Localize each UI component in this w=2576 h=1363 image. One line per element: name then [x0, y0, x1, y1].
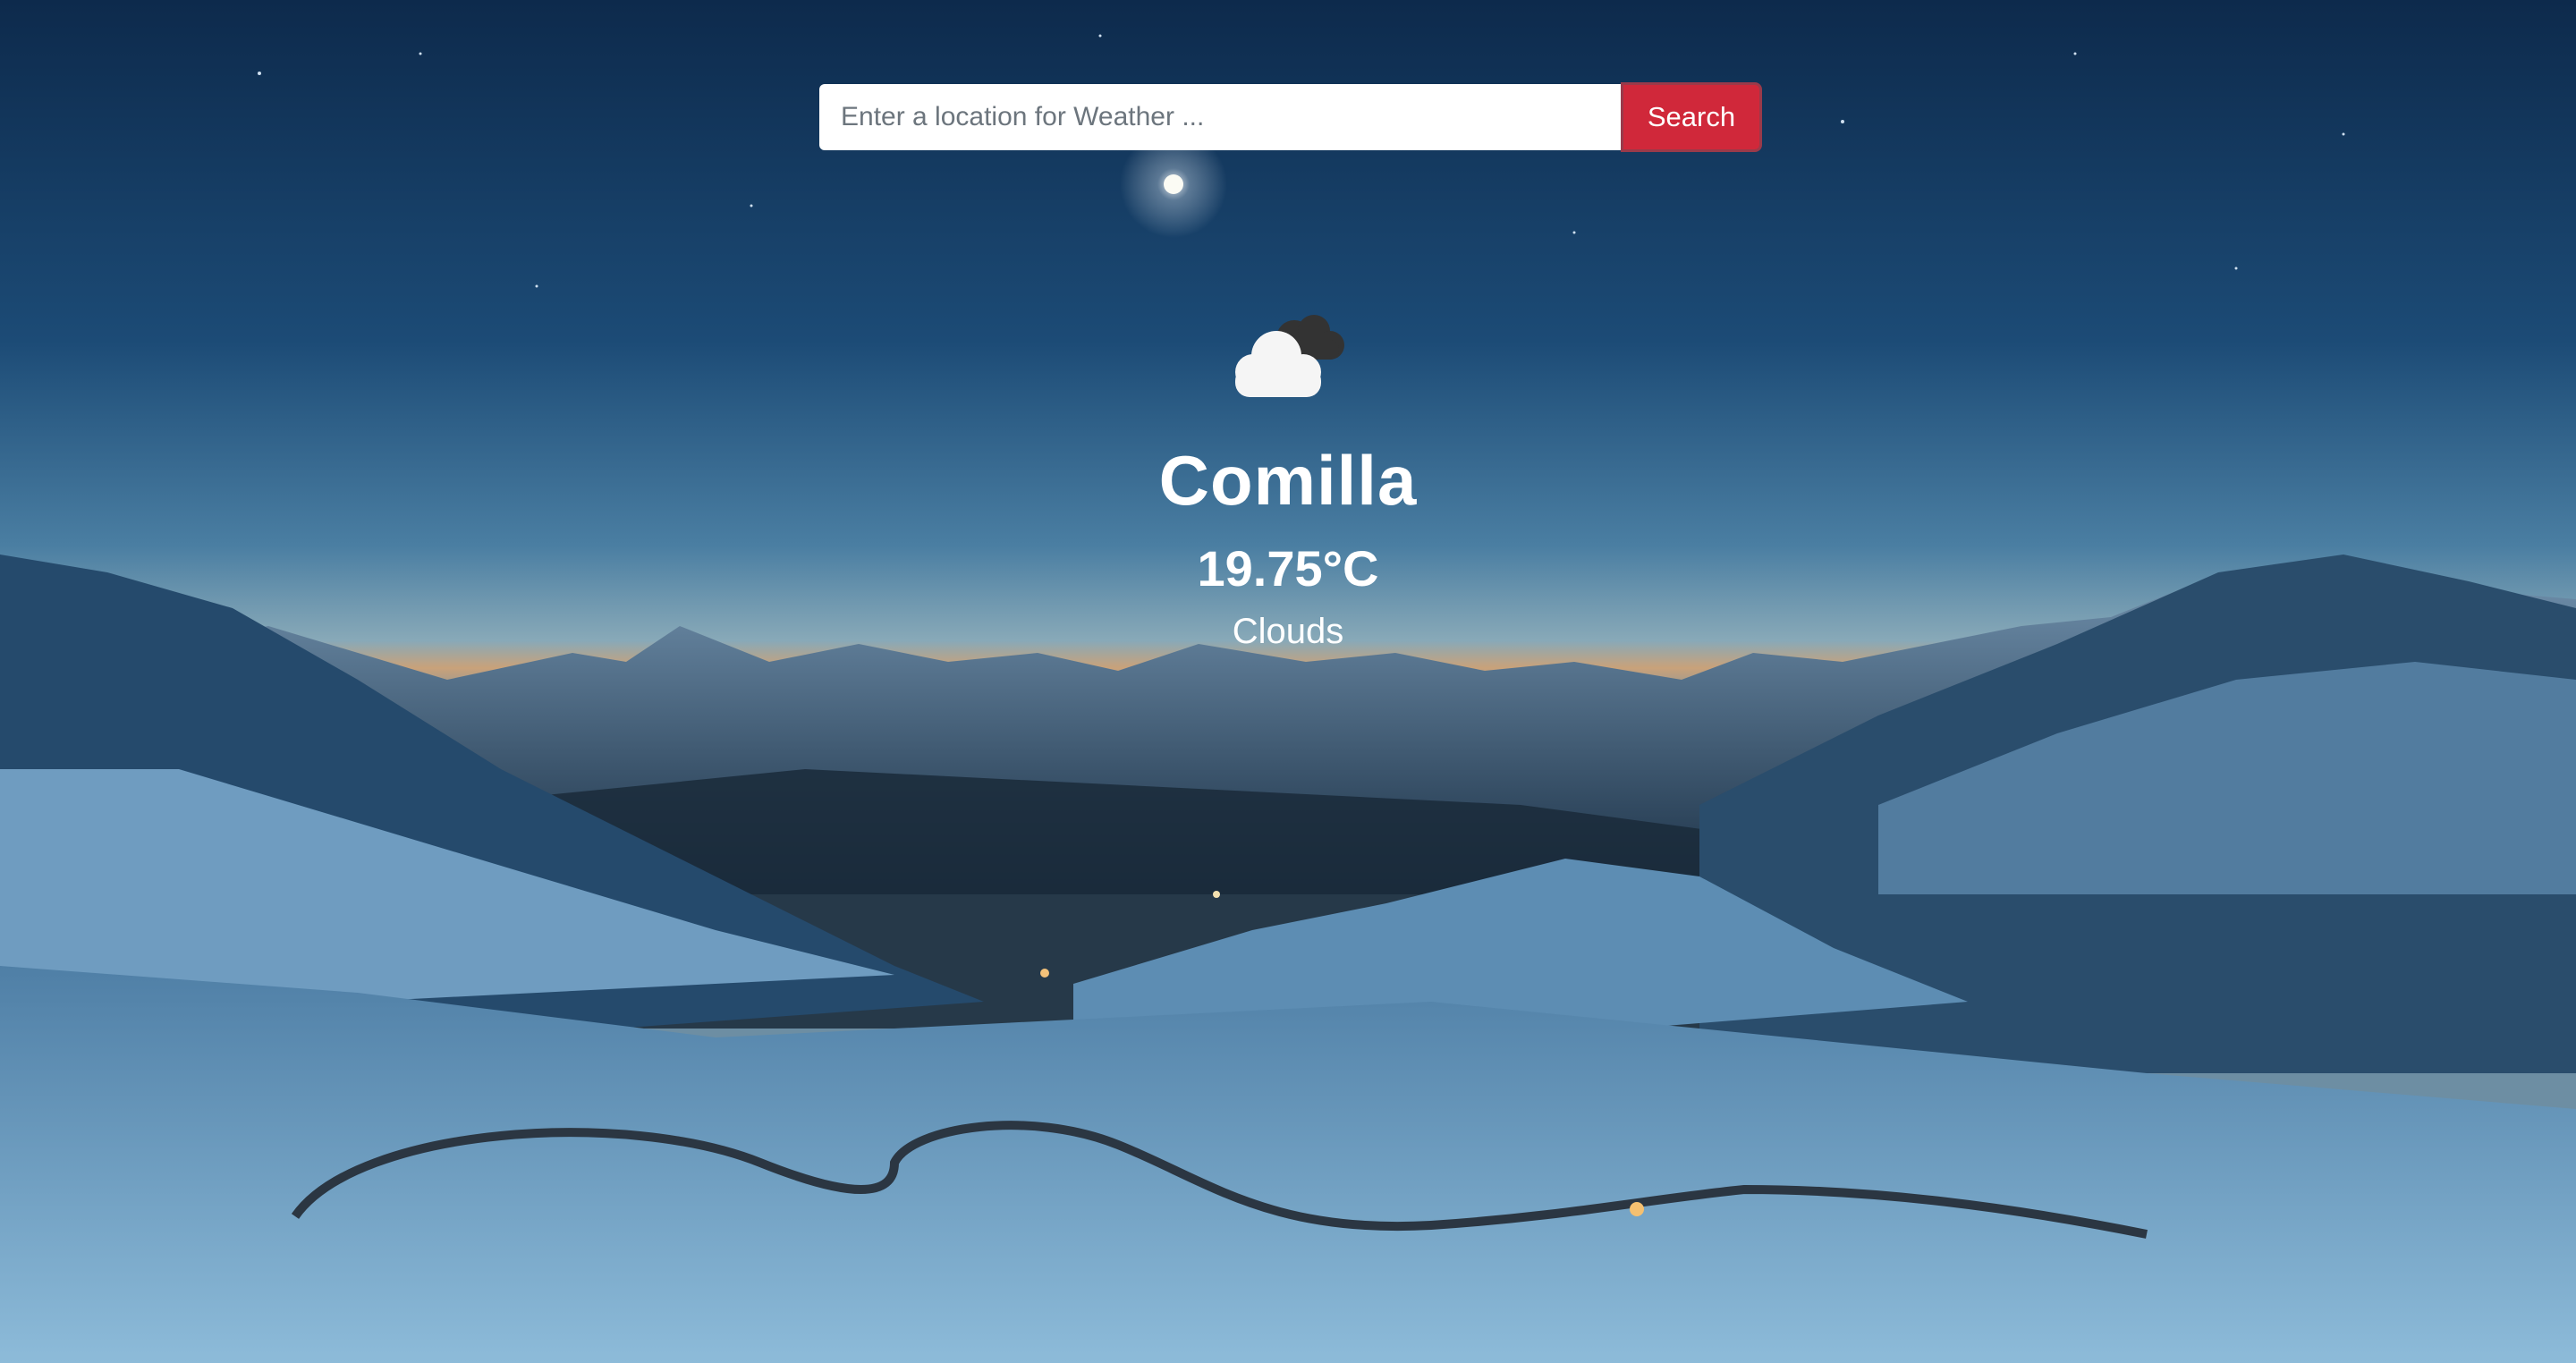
weather-display: Comilla 19.75°C Clouds	[0, 304, 2576, 649]
clouds-icon	[1235, 315, 1344, 397]
weather-description: Clouds	[1232, 612, 1344, 651]
search-button[interactable]: Search	[1621, 82, 1762, 152]
weather-app: Search Comilla 19.75°C Clouds	[0, 0, 2576, 1363]
city-name: Comilla	[1158, 441, 1418, 520]
search-bar: Search	[819, 82, 1762, 152]
mountain-background-image	[0, 0, 2576, 1363]
search-input[interactable]	[819, 84, 1621, 150]
temperature: 19.75°C	[1197, 540, 1379, 597]
